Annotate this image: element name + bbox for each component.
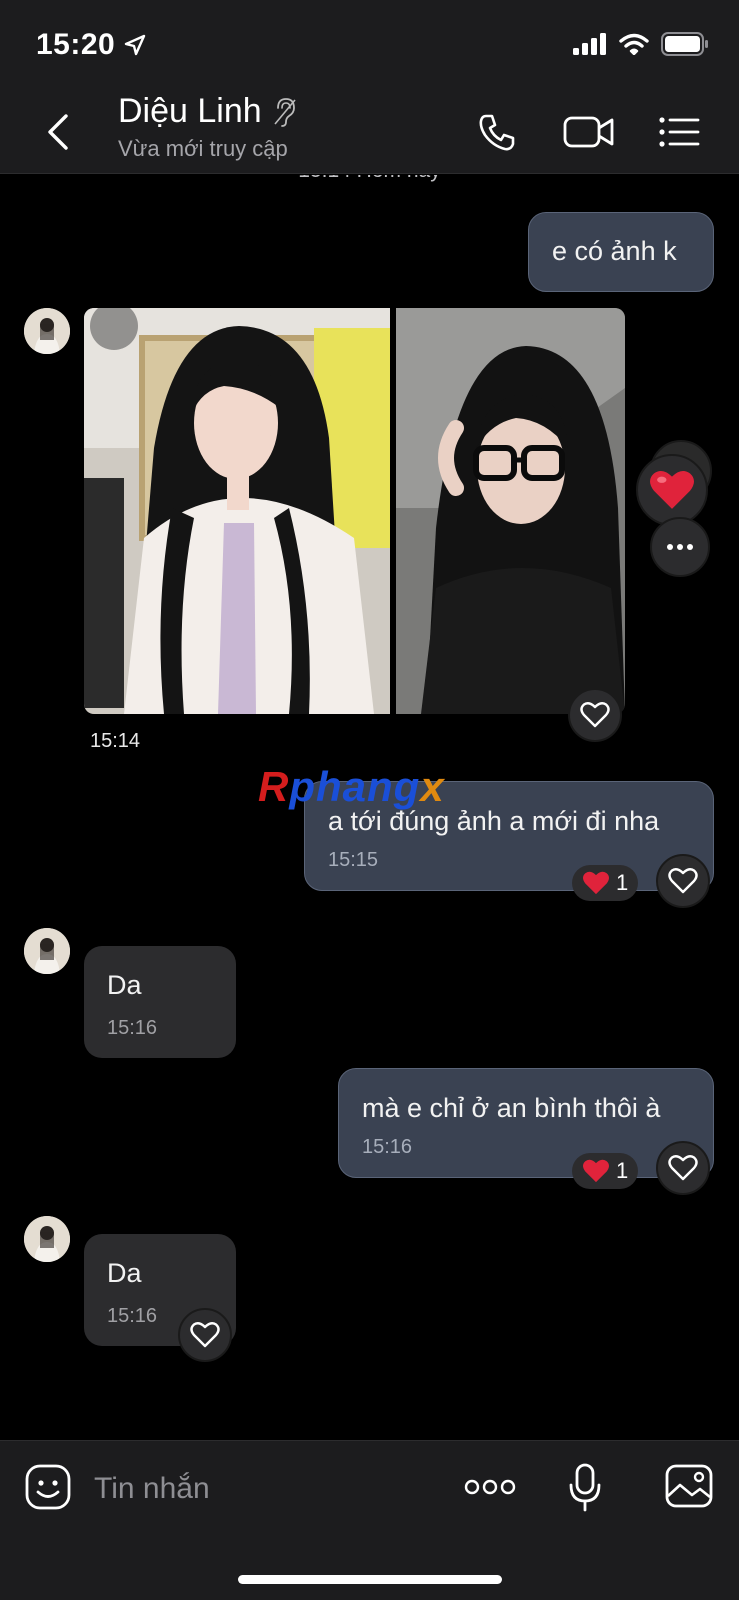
back-chevron-icon[interactable]: [40, 110, 80, 154]
like-button[interactable]: [568, 688, 622, 742]
message-time: 15:16: [107, 1017, 158, 1039]
reaction-count-value: 1: [616, 1158, 629, 1183]
message-text: mà e chỉ ở an bình thôi à: [362, 1093, 661, 1123]
phone-icon[interactable]: [474, 110, 522, 154]
video-icon[interactable]: [562, 110, 618, 154]
wifi-icon: [619, 33, 649, 55]
status-time: 15:20: [36, 28, 116, 61]
message-text: Da: [107, 970, 142, 1000]
like-button[interactable]: [178, 1308, 232, 1362]
contact-name-row[interactable]: Diệu Linh: [118, 92, 298, 131]
message-text: e có ảnh k: [552, 236, 677, 266]
reaction-count[interactable]: 1: [572, 1153, 639, 1189]
outgoing-message[interactable]: e có ảnh k: [528, 212, 714, 292]
status-icons: [573, 32, 709, 56]
avatar[interactable]: [24, 928, 70, 974]
heart-icon: [650, 470, 694, 509]
heart-icon: [583, 871, 609, 895]
heart-icon: [583, 1159, 609, 1183]
date-separator: 15:14 Hôm nay: [0, 175, 739, 183]
avatar[interactable]: [24, 308, 70, 354]
hearing-icon: [274, 97, 296, 127]
like-button[interactable]: [656, 1141, 710, 1195]
chat-area[interactable]: 15:14 Hôm nay e có ảnh k: [0, 175, 739, 1440]
chat-header: Diệu Linh Vừa mới truy cập: [0, 90, 739, 174]
heart-icon: [190, 1322, 220, 1348]
message-input[interactable]: [94, 1467, 434, 1511]
home-indicator[interactable]: [238, 1575, 502, 1584]
photo-attachment[interactable]: [84, 308, 390, 714]
battery-icon: [661, 32, 708, 56]
message-time: 15:16: [107, 1305, 158, 1327]
status-bar: 15:20: [0, 0, 739, 90]
heart-icon: [580, 702, 610, 728]
more-dots-icon[interactable]: [464, 1477, 516, 1497]
reaction-count[interactable]: 1: [572, 865, 639, 901]
image-icon[interactable]: [664, 1463, 714, 1509]
menu-list-icon[interactable]: [656, 110, 702, 154]
status-time-group: 15:20: [36, 28, 147, 62]
incoming-message[interactable]: Da 15:16: [84, 946, 236, 1058]
message-text: Da: [107, 1258, 142, 1288]
like-button[interactable]: [656, 854, 710, 908]
more-button[interactable]: [650, 517, 710, 577]
photo-attachment[interactable]: [396, 308, 625, 714]
watermark: Rphangx: [258, 763, 445, 810]
message-time: 15:16: [362, 1136, 413, 1158]
avatar[interactable]: [24, 1216, 70, 1262]
more-icon: [667, 544, 693, 550]
contact-status: Vừa mới truy cập: [118, 136, 288, 161]
heart-reaction-button[interactable]: [636, 454, 708, 526]
photo-time: 15:14: [84, 728, 147, 755]
signal-icon: [573, 33, 606, 55]
sticker-icon[interactable]: [24, 1463, 72, 1511]
heart-icon: [668, 1155, 698, 1181]
microphone-icon[interactable]: [568, 1463, 602, 1513]
contact-name: Diệu Linh: [118, 92, 262, 130]
location-arrow-icon: [125, 34, 146, 56]
message-time: 15:15: [328, 849, 379, 871]
heart-icon: [668, 868, 698, 894]
reaction-count-value: 1: [616, 870, 629, 895]
